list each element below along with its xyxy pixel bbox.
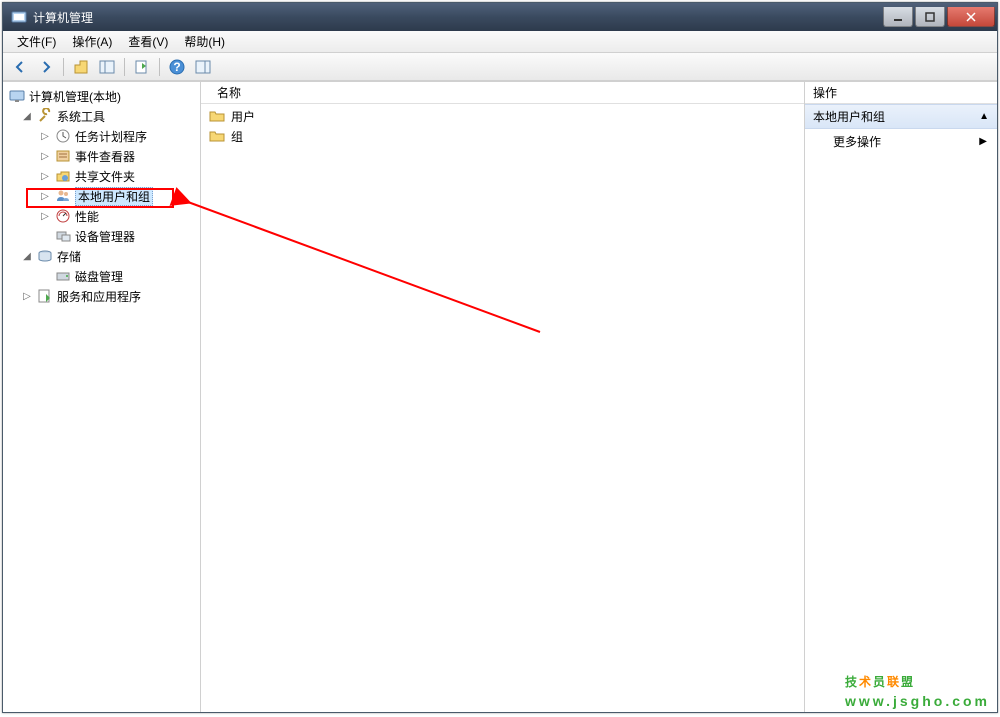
svg-text:?: ? bbox=[173, 60, 180, 74]
tree-root[interactable]: 计算机管理(本地) bbox=[3, 86, 200, 106]
tree-local-users-groups[interactable]: ▷ 本地用户和组 bbox=[3, 186, 200, 206]
tree-label: 设备管理器 bbox=[75, 228, 135, 245]
actions-panel: 操作 本地用户和组 ▲ 更多操作 ▶ bbox=[805, 82, 997, 712]
expand-icon[interactable]: ▷ bbox=[39, 190, 51, 202]
toolbar-separator bbox=[63, 58, 64, 76]
users-icon bbox=[55, 188, 71, 204]
storage-icon bbox=[37, 248, 53, 264]
tree-device-manager[interactable]: ▷ 设备管理器 bbox=[3, 226, 200, 246]
actions-header: 操作 bbox=[805, 82, 997, 104]
tree-label: 事件查看器 bbox=[75, 148, 135, 165]
share-icon bbox=[55, 168, 71, 184]
app-icon bbox=[11, 9, 27, 25]
titlebar[interactable]: 计算机管理 bbox=[3, 3, 997, 31]
list-panel: 名称 用户 组 bbox=[201, 82, 805, 712]
expand-icon[interactable]: ▷ bbox=[39, 150, 51, 162]
refresh-button[interactable] bbox=[131, 56, 153, 78]
tree-label: 存储 bbox=[57, 248, 81, 265]
actions-group-header[interactable]: 本地用户和组 ▲ bbox=[805, 104, 997, 129]
collapse-arrow-icon: ▲ bbox=[979, 111, 989, 122]
performance-icon bbox=[55, 208, 71, 224]
toolbar-separator bbox=[124, 58, 125, 76]
tools-icon bbox=[37, 108, 53, 124]
folder-icon bbox=[209, 128, 225, 144]
up-button[interactable] bbox=[70, 56, 92, 78]
computer-icon bbox=[9, 88, 25, 104]
list-item[interactable]: 用户 bbox=[205, 106, 800, 126]
tree-label: 任务计划程序 bbox=[75, 128, 147, 145]
tree-services-apps[interactable]: ▷ 服务和应用程序 bbox=[3, 286, 200, 306]
expand-icon[interactable]: ▷ bbox=[39, 210, 51, 222]
group-title: 本地用户和组 bbox=[813, 108, 885, 125]
close-button[interactable] bbox=[947, 7, 995, 27]
menubar: 文件(F) 操作(A) 查看(V) 帮助(H) bbox=[3, 31, 997, 53]
collapse-icon[interactable]: ◢ bbox=[21, 250, 33, 262]
toolbar-separator bbox=[159, 58, 160, 76]
window-controls bbox=[881, 7, 995, 27]
back-button[interactable] bbox=[9, 56, 31, 78]
menu-help[interactable]: 帮助(H) bbox=[176, 31, 233, 52]
menu-action[interactable]: 操作(A) bbox=[64, 31, 120, 52]
tree-task-scheduler[interactable]: ▷ 任务计划程序 bbox=[3, 126, 200, 146]
tree-label: 系统工具 bbox=[57, 108, 105, 125]
submenu-arrow-icon: ▶ bbox=[979, 136, 987, 147]
maximize-button[interactable] bbox=[915, 7, 945, 27]
window-frame: 计算机管理 文件(F) 操作(A) 查看(V) 帮助(H) ? bbox=[2, 2, 998, 713]
list-header[interactable]: 名称 bbox=[201, 82, 804, 104]
action-label: 更多操作 bbox=[833, 133, 881, 150]
tree-performance[interactable]: ▷ 性能 bbox=[3, 206, 200, 226]
disk-icon bbox=[55, 268, 71, 284]
tree-label: 性能 bbox=[75, 208, 99, 225]
services-icon bbox=[37, 288, 53, 304]
device-icon bbox=[55, 228, 71, 244]
menu-file[interactable]: 文件(F) bbox=[9, 31, 64, 52]
list-body[interactable]: 用户 组 bbox=[201, 104, 804, 712]
folder-icon bbox=[209, 108, 225, 124]
tree-label: 计算机管理(本地) bbox=[29, 88, 121, 105]
collapse-icon[interactable]: ◢ bbox=[21, 110, 33, 122]
menu-view[interactable]: 查看(V) bbox=[120, 31, 176, 52]
tree-label: 本地用户和组 bbox=[75, 187, 153, 206]
toolbar: ? bbox=[3, 53, 997, 81]
tree-system-tools[interactable]: ◢ 系统工具 bbox=[3, 106, 200, 126]
tree-disk-management[interactable]: ▷ 磁盘管理 bbox=[3, 266, 200, 286]
forward-button[interactable] bbox=[35, 56, 57, 78]
minimize-button[interactable] bbox=[883, 7, 913, 27]
show-hide-actions-button[interactable] bbox=[192, 56, 214, 78]
tree-panel[interactable]: 计算机管理(本地) ◢ 系统工具 ▷ bbox=[3, 82, 201, 712]
tree-shared-folders[interactable]: ▷ 共享文件夹 bbox=[3, 166, 200, 186]
expand-icon[interactable]: ▷ bbox=[39, 130, 51, 142]
tree-label: 服务和应用程序 bbox=[57, 288, 141, 305]
tree-label: 共享文件夹 bbox=[75, 168, 135, 185]
actions-body: 本地用户和组 ▲ 更多操作 ▶ bbox=[805, 104, 997, 712]
tree-event-viewer[interactable]: ▷ 事件查看器 bbox=[3, 146, 200, 166]
window-title: 计算机管理 bbox=[33, 9, 881, 26]
tree-storage[interactable]: ◢ 存储 bbox=[3, 246, 200, 266]
content-area: 计算机管理(本地) ◢ 系统工具 ▷ bbox=[3, 81, 997, 712]
expand-icon[interactable]: ▷ bbox=[39, 170, 51, 182]
tree-label: 磁盘管理 bbox=[75, 268, 123, 285]
event-icon bbox=[55, 148, 71, 164]
actions-more[interactable]: 更多操作 ▶ bbox=[805, 129, 997, 154]
show-hide-tree-button[interactable] bbox=[96, 56, 118, 78]
list-item[interactable]: 组 bbox=[205, 126, 800, 146]
column-name[interactable]: 名称 bbox=[209, 84, 249, 101]
help-button[interactable]: ? bbox=[166, 56, 188, 78]
item-label: 组 bbox=[231, 128, 243, 145]
expand-icon[interactable]: ▷ bbox=[21, 290, 33, 302]
item-label: 用户 bbox=[231, 108, 255, 125]
clock-icon bbox=[55, 128, 71, 144]
